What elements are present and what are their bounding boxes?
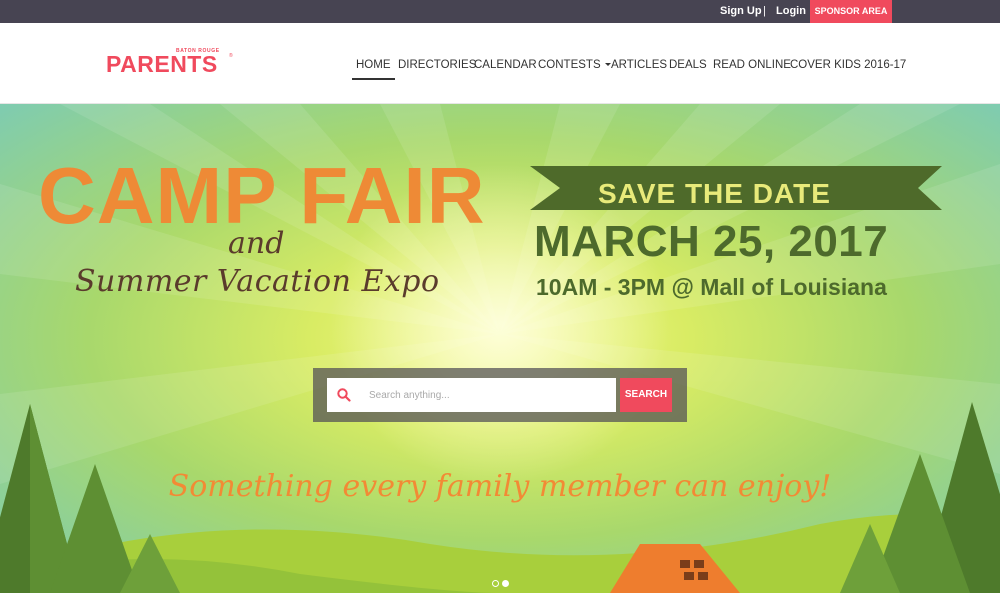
slider-dot[interactable]	[492, 580, 499, 587]
search-input[interactable]	[369, 378, 609, 412]
nav-contests-label: CONTESTS	[538, 59, 601, 71]
save-the-date-banner: SAVE THE DATE	[598, 178, 831, 209]
login-link[interactable]: Login	[776, 0, 806, 23]
slider-dot-active[interactable]	[502, 580, 509, 587]
sponsor-area-button[interactable]: SPONSOR AREA	[810, 0, 892, 23]
hero-slider: CAMP FAIR and Summer Vacation Expo SAVE …	[0, 104, 1000, 593]
nav-deals[interactable]: DEALS	[669, 59, 707, 71]
nav-articles[interactable]: ARTICLES	[611, 59, 667, 71]
signup-link[interactable]: Sign Up	[720, 0, 762, 23]
event-time-location: 10AM - 3PM @ Mall of Louisiana	[536, 274, 887, 300]
nav-home[interactable]: HOME	[352, 59, 394, 80]
utility-bar: Sign Up | Login SPONSOR AREA	[0, 0, 1000, 23]
event-date: MARCH 25, 2017	[534, 217, 889, 266]
hero-subtitle: Summer Vacation Expo	[75, 264, 440, 299]
nav-read-online[interactable]: READ ONLINE	[713, 59, 791, 71]
logo-text: PARENTS	[106, 51, 218, 77]
hero-tagline: Something every family member can enjoy!	[168, 469, 832, 504]
chevron-down-icon	[604, 63, 611, 67]
site-header: BATON ROUGE PARENTS ® HOME DIRECTORIES C…	[0, 23, 1000, 104]
nav-contests[interactable]: CONTESTS	[538, 59, 611, 71]
search-bar: SEARCH	[313, 368, 687, 422]
search-button[interactable]: SEARCH	[620, 378, 672, 412]
nav-cover-kids[interactable]: COVER KIDS 2016-17	[790, 59, 906, 71]
nav-calendar[interactable]: CALENDAR	[474, 59, 537, 71]
nav-directories[interactable]: DIRECTORIES	[398, 59, 476, 71]
search-icon	[337, 388, 351, 402]
utility-separator: |	[763, 5, 766, 17]
logo-trademark: ®	[229, 53, 233, 59]
search-field[interactable]	[327, 378, 616, 412]
hero-title: CAMP FAIR	[38, 151, 486, 240]
hero-title-and: and	[228, 226, 285, 261]
